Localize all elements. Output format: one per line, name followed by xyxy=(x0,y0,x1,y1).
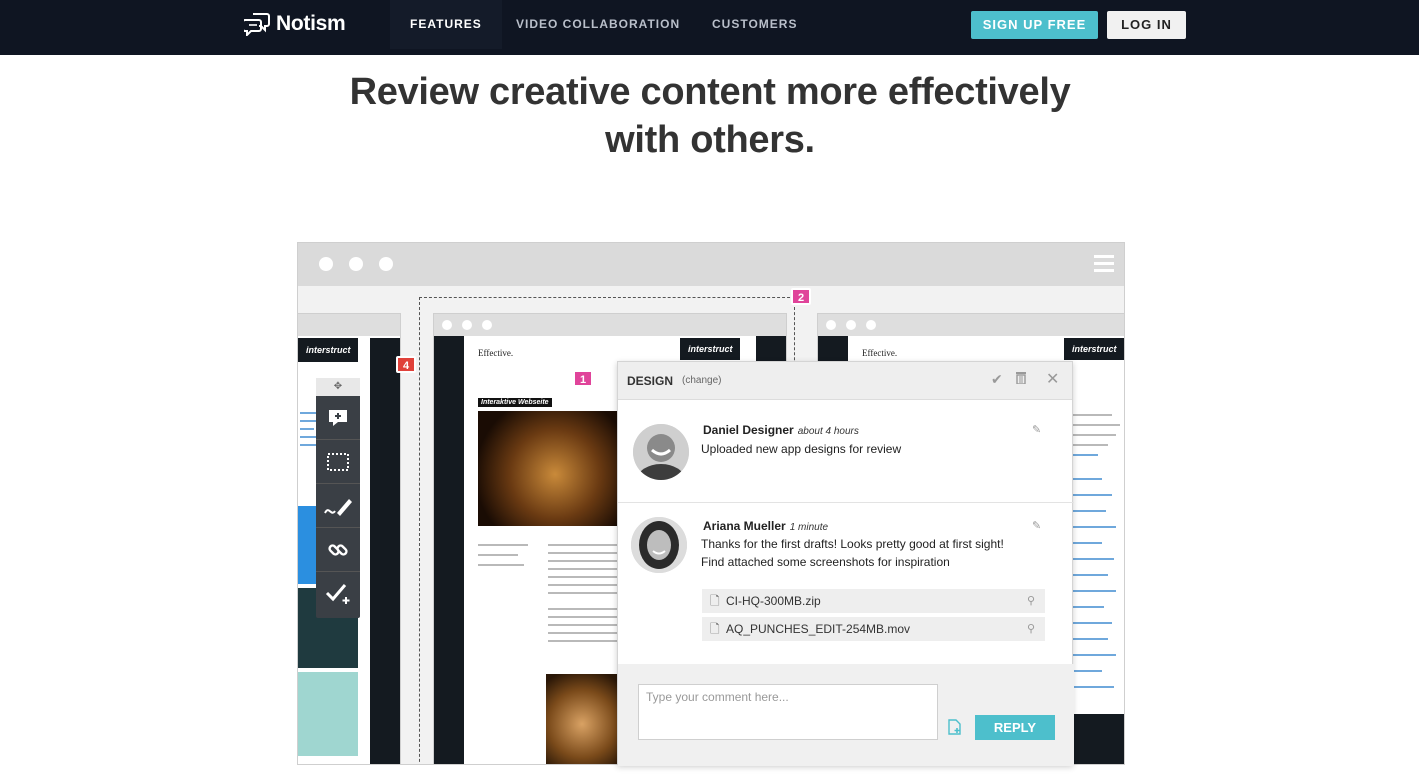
comment-item: Daniel Designer about 4 hours Uploaded ne… xyxy=(618,400,1074,503)
site-title: Effective. xyxy=(862,348,898,358)
panel-header: DESIGN (change) ✔ ✕ xyxy=(618,362,1072,400)
attachment-item[interactable]: 🗋 CI-HQ-300MB.zip ⚲ xyxy=(702,589,1045,613)
annotation-marker-2[interactable]: 2 xyxy=(791,288,811,305)
dashed-rectangle-icon xyxy=(327,452,349,471)
nav-video-collaboration[interactable]: VIDEO COLLABORATION xyxy=(516,0,680,49)
trash-icon[interactable] xyxy=(1015,371,1027,387)
site-title: Effective. xyxy=(478,348,514,358)
move-handle-icon[interactable]: ✥ xyxy=(316,378,360,396)
edit-pencil-icon[interactable]: ✎ xyxy=(1032,423,1041,436)
comment-text-line-1: Thanks for the first drafts! Looks prett… xyxy=(701,537,1004,551)
link-chain-icon xyxy=(328,543,348,556)
avatar xyxy=(633,424,689,480)
checkmark-icon[interactable]: ✔ xyxy=(991,371,1003,388)
annotation-marker-1[interactable]: 1 xyxy=(573,370,593,387)
attachment-item[interactable]: 🗋 AQ_PUNCHES_EDIT-254MB.mov ⚲ xyxy=(702,617,1045,641)
nav-customers[interactable]: CUSTOMERS xyxy=(712,0,797,49)
comment-text: Uploaded new app designs for review xyxy=(701,442,902,456)
draw-button[interactable] xyxy=(316,484,360,528)
site-banner: Interaktive Webseite xyxy=(478,398,552,407)
author-name: Daniel Designer xyxy=(703,423,794,437)
attach-link-button[interactable] xyxy=(316,528,360,572)
compass-image-2 xyxy=(546,674,618,764)
edit-pencil-icon[interactable]: ✎ xyxy=(1032,519,1041,532)
notism-logo[interactable]: Notism xyxy=(244,12,346,36)
window-dot xyxy=(319,257,333,271)
file-icon: 🗋 xyxy=(710,622,720,636)
comment-author: Daniel Designer about 4 hours xyxy=(703,423,859,437)
log-in-button[interactable]: LOG IN xyxy=(1107,11,1186,39)
check-plus-icon xyxy=(325,584,350,604)
comment-text: Thanks for the first drafts! Looks prett… xyxy=(701,535,1004,571)
comment-item: Ariana Mueller 1 minute Thanks for the fi… xyxy=(618,503,1074,664)
compass-image xyxy=(478,411,618,526)
window-dot xyxy=(349,257,363,271)
comment-panel: DESIGN (change) ✔ ✕ Daniel Designer about… xyxy=(617,361,1074,766)
hero-headline: Review creative content more effectively… xyxy=(260,68,1160,164)
comment-composer: Type your comment here... REPLY xyxy=(618,664,1074,766)
reply-button[interactable]: REPLY xyxy=(975,715,1055,740)
sign-up-free-button[interactable]: SIGN UP FREE xyxy=(971,11,1098,39)
comment-author: Ariana Mueller 1 minute xyxy=(703,519,828,533)
rectangle-select-button[interactable] xyxy=(316,440,360,484)
comment-time: about 4 hours xyxy=(797,426,859,437)
approve-button[interactable] xyxy=(316,572,360,616)
comment-input[interactable]: Type your comment here... xyxy=(638,684,938,740)
close-icon[interactable]: ✕ xyxy=(1046,369,1059,389)
add-file-icon[interactable] xyxy=(948,719,962,738)
hamburger-menu-icon[interactable] xyxy=(1094,255,1114,273)
pen-draw-icon xyxy=(324,498,352,516)
comment-time: 1 minute xyxy=(789,522,829,533)
annotation-toolbar: ✥ xyxy=(316,378,360,618)
headline-line-1: Review creative content more effectively xyxy=(349,71,1071,113)
nav-features[interactable]: FEATURES xyxy=(390,0,502,49)
headline-line-2: with others. xyxy=(605,119,815,161)
site-brand: interstruct xyxy=(1072,344,1117,354)
magnifier-icon[interactable]: ⚲ xyxy=(1027,589,1035,613)
comment-plus-icon xyxy=(329,409,347,426)
change-link[interactable]: (change) xyxy=(682,375,721,386)
file-icon: 🗋 xyxy=(710,594,720,608)
site-brand: interstruct xyxy=(688,344,733,354)
top-navigation: Notism FEATURES VIDEO COLLABORATION CUST… xyxy=(0,0,1419,55)
window-dot xyxy=(379,257,393,271)
avatar xyxy=(631,517,687,573)
logo-text: Notism xyxy=(276,12,346,35)
author-name: Ariana Mueller xyxy=(703,519,786,533)
panel-title: DESIGN xyxy=(627,374,674,388)
magnifier-icon[interactable]: ⚲ xyxy=(1027,617,1035,641)
add-comment-button[interactable] xyxy=(316,396,360,440)
attachment-name: CI-HQ-300MB.zip xyxy=(726,594,821,608)
chat-bubbles-icon xyxy=(244,13,270,36)
browser-titlebar xyxy=(298,243,1124,286)
site-brand: interstruct xyxy=(306,345,351,355)
comment-text-line-2: Find attached some screenshots for inspi… xyxy=(701,555,950,569)
attachment-name: AQ_PUNCHES_EDIT-254MB.mov xyxy=(726,622,911,636)
annotation-marker-4[interactable]: 4 xyxy=(396,356,416,373)
